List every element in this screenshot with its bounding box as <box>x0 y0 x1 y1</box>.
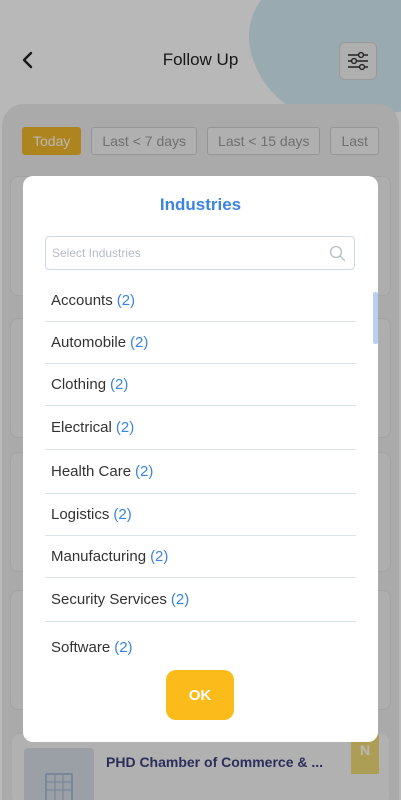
ok-button[interactable]: OK <box>166 670 234 720</box>
item-count: (2) <box>130 334 149 351</box>
item-label: Software <box>51 638 111 656</box>
item-label: Health Care <box>51 463 132 480</box>
dialog-title: Industries <box>159 195 242 214</box>
list-item-manufacturing[interactable]: Manufacturing (2) <box>45 536 356 578</box>
industries-dialog: Industries Accounts (2) Automobile (2) C… <box>23 176 378 742</box>
list-item-health-care[interactable]: Health Care (2) <box>45 450 356 494</box>
item-count: (2) <box>150 548 169 565</box>
item-label: Logistics <box>51 506 110 523</box>
search-box <box>45 236 355 270</box>
item-label: Electrical <box>51 419 112 436</box>
item-label: Manufacturing <box>51 548 147 565</box>
list-item-software[interactable]: Software (2) <box>45 622 356 672</box>
item-count: (2) <box>110 376 129 393</box>
item-label: Security Services <box>51 591 167 608</box>
item-count: (2) <box>116 292 136 309</box>
list-item-logistics[interactable]: Logistics (2) <box>45 494 356 536</box>
list-item-accounts[interactable]: Accounts (2) <box>45 280 356 322</box>
item-count: (2) <box>115 419 135 436</box>
item-count: (2) <box>113 506 132 523</box>
search-input[interactable] <box>52 237 322 269</box>
search-icon[interactable] <box>329 245 346 262</box>
industries-list: Accounts (2) Automobile (2) Clothing (2)… <box>45 280 356 672</box>
list-item-electrical[interactable]: Electrical (2) <box>45 406 356 450</box>
list-item-security-services[interactable]: Security Services (2) <box>45 578 356 622</box>
item-count: (2) <box>114 638 133 656</box>
list-scrollbar[interactable] <box>373 292 378 344</box>
item-count: (2) <box>170 591 190 608</box>
list-item-automobile[interactable]: Automobile (2) <box>45 322 356 364</box>
item-count: (2) <box>135 463 154 480</box>
item-label: Clothing <box>51 376 107 393</box>
item-label: Automobile <box>51 334 127 351</box>
list-item-clothing[interactable]: Clothing (2) <box>45 364 356 406</box>
item-label: Accounts <box>51 292 113 309</box>
